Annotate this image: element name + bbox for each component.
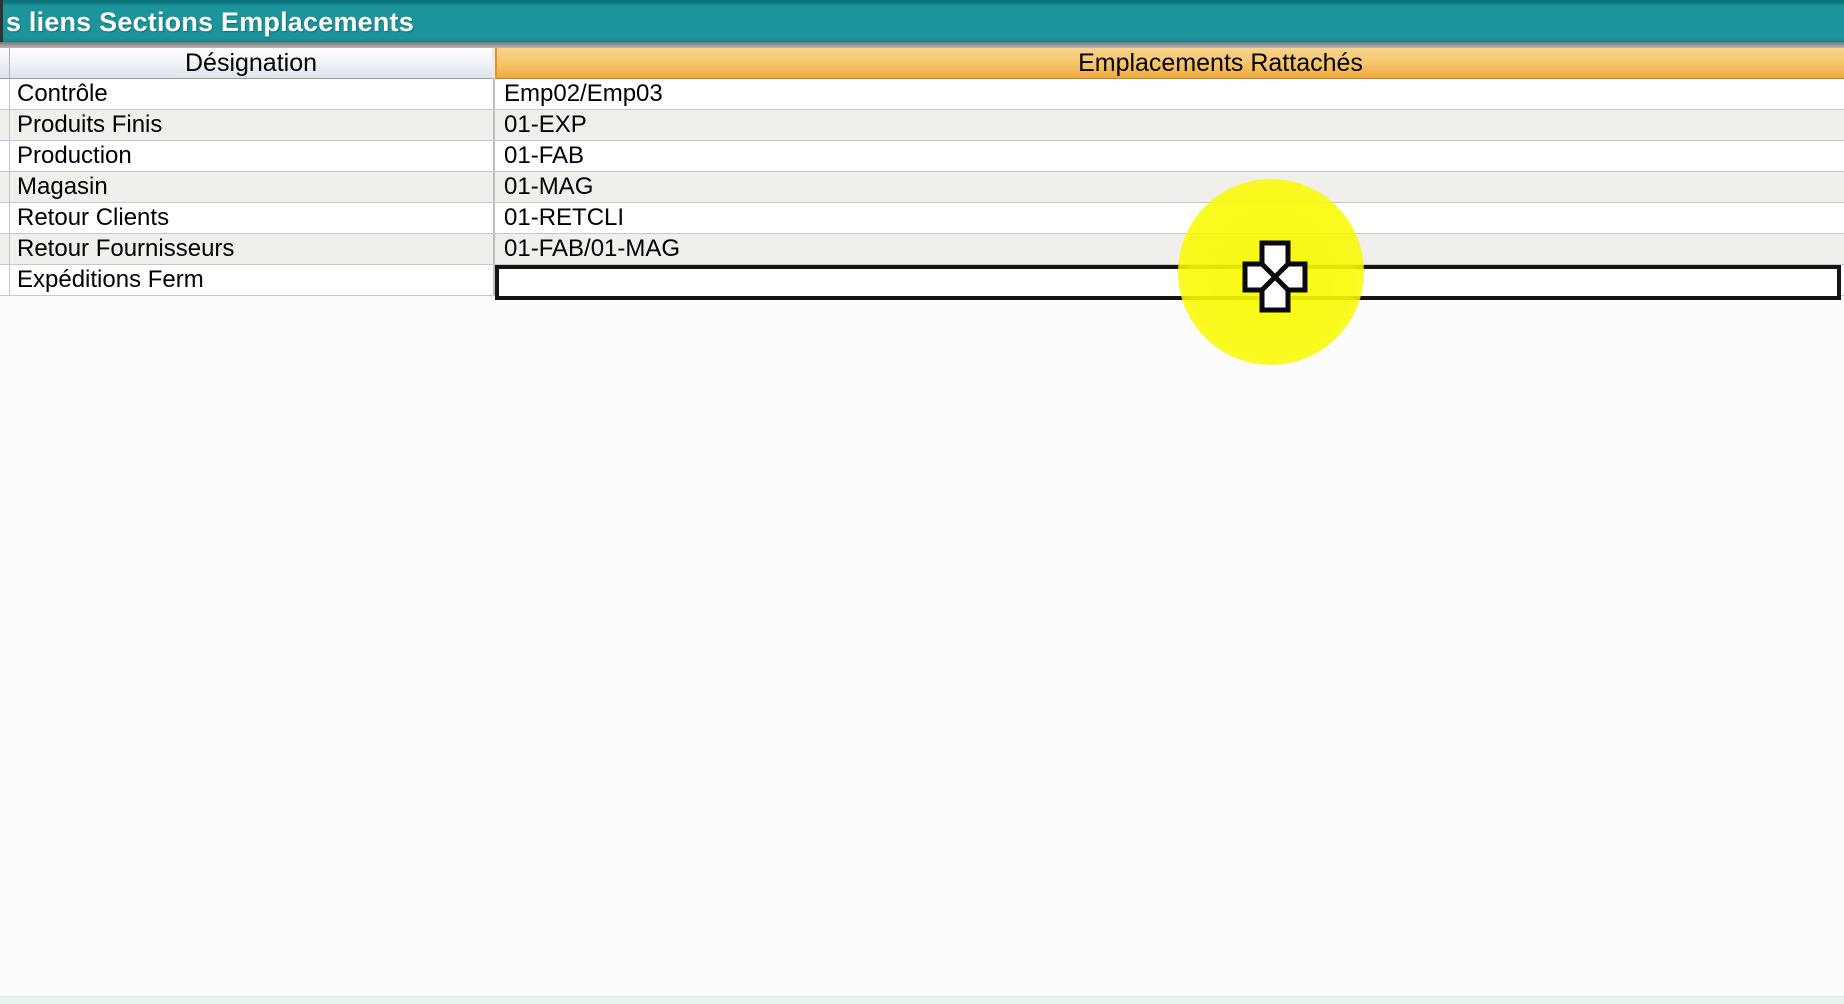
table-row: Retour Clients 01-RETCLI — [0, 203, 1844, 234]
cell-designation[interactable]: Production — [10, 141, 495, 171]
selected-cell[interactable] — [495, 265, 1841, 300]
row-selector[interactable] — [0, 203, 10, 233]
cell-emplacements[interactable]: 01-MAG — [495, 172, 1844, 202]
cell-emplacements[interactable]: 01-RETCLI — [495, 203, 1844, 233]
column-header-designation-label: Désignation — [185, 49, 317, 78]
cell-designation[interactable]: Expéditions Ferm — [10, 265, 495, 295]
table-row: Production 01-FAB — [0, 141, 1844, 172]
cell-designation[interactable]: Retour Fournisseurs — [10, 234, 495, 264]
row-selector[interactable] — [0, 110, 10, 140]
table-row: Magasin 01-MAG — [0, 172, 1844, 203]
grid-header-row: Désignation Emplacements Rattachés — [0, 48, 1844, 79]
column-header-designation[interactable]: Désignation — [10, 48, 495, 79]
cell-emplacements[interactable]: 01-FAB/01-MAG — [495, 234, 1844, 264]
window-titlebar[interactable]: s liens Sections Emplacements — [0, 0, 1844, 42]
row-selector[interactable] — [0, 79, 10, 109]
cell-emplacements[interactable]: Emp02/Emp03 — [495, 79, 1844, 109]
cell-designation[interactable]: Contrôle — [10, 79, 495, 109]
cell-designation[interactable]: Retour Clients — [10, 203, 495, 233]
application-window: s liens Sections Emplacements Désignatio… — [0, 0, 1844, 1004]
table-row: Produits Finis 01-EXP — [0, 110, 1844, 141]
window-title: s liens Sections Emplacements — [6, 0, 414, 42]
column-header-emplacements[interactable]: Emplacements Rattachés — [495, 48, 1844, 79]
column-header-emplacements-label: Emplacements Rattachés — [1078, 49, 1363, 78]
row-selector[interactable] — [0, 141, 10, 171]
row-selector[interactable] — [0, 234, 10, 264]
bottom-edge-strip — [0, 996, 1844, 1004]
cell-designation[interactable]: Magasin — [10, 172, 495, 202]
table-row: Contrôle Emp02/Emp03 — [0, 79, 1844, 110]
row-selector[interactable] — [0, 265, 10, 295]
cell-designation[interactable]: Produits Finis — [10, 110, 495, 140]
cell-emplacements[interactable]: 01-FAB — [495, 141, 1844, 171]
table-row: Retour Fournisseurs 01-FAB/01-MAG — [0, 234, 1844, 265]
row-selector-header[interactable] — [0, 48, 10, 79]
cell-emplacements[interactable]: 01-EXP — [495, 110, 1844, 140]
sections-emplacements-grid: Désignation Emplacements Rattachés Contr… — [0, 48, 1844, 296]
row-selector[interactable] — [0, 172, 10, 202]
